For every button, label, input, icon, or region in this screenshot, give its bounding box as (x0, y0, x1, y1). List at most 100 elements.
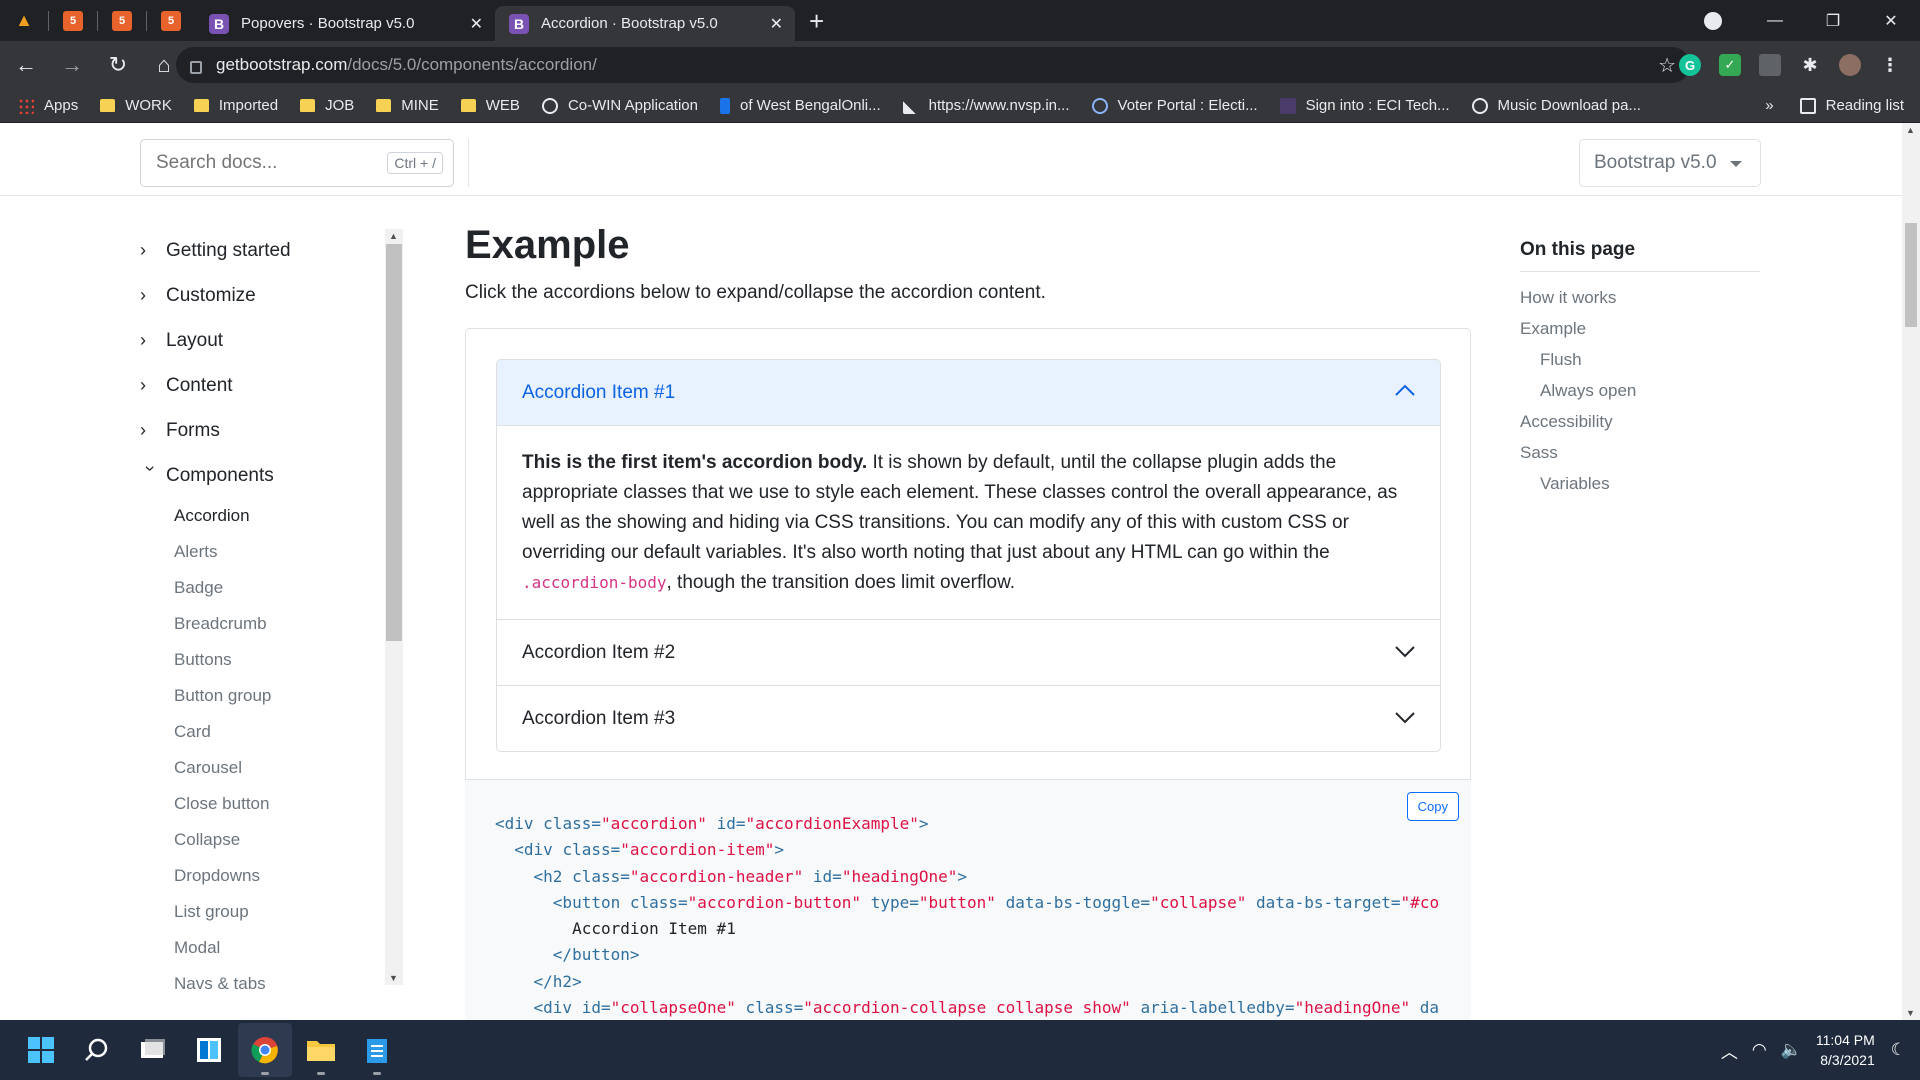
chrome-taskbar-button[interactable] (238, 1023, 292, 1077)
sidebar-item-card[interactable]: Card (174, 714, 390, 750)
speaker-icon[interactable]: 🔈 (1781, 1040, 1802, 1060)
toc-item-sass[interactable]: Sass (1520, 437, 1760, 468)
forward-button[interactable]: → (52, 52, 92, 78)
sidebar-group-customize[interactable]: › Customize (140, 273, 390, 318)
reload-button[interactable]: ↻ (98, 52, 138, 78)
reading-list-button[interactable]: Reading list (1826, 97, 1904, 114)
sidebar-group-components[interactable]: › Components (140, 453, 390, 498)
pinned-tab-2[interactable]: 5 (49, 0, 97, 41)
notepad-button[interactable] (350, 1023, 404, 1077)
bookmark-westbengal[interactable]: of West BengalOnli... (720, 97, 881, 114)
example-preview: Accordion Item #1 This is the first item… (465, 328, 1471, 780)
sidebar-group-layout[interactable]: › Layout (140, 318, 390, 363)
sidebar-item-accordion[interactable]: Accordion (174, 498, 390, 534)
sidebar-item-alerts[interactable]: Alerts (174, 534, 390, 570)
toc-item-flush[interactable]: Flush (1520, 344, 1760, 375)
new-tab-button[interactable]: + (809, 6, 824, 37)
sidebar-item-breadcrumb[interactable]: Breadcrumb (174, 606, 390, 642)
clock-date: 8/3/2021 (1820, 1052, 1875, 1068)
sidebar-group-content[interactable]: › Content (140, 363, 390, 408)
wifi-icon[interactable]: ◠ (1752, 1040, 1767, 1060)
bookmark-music[interactable]: Music Download pa... (1471, 97, 1641, 114)
chevron-down-icon: › (140, 465, 161, 472)
sidebar-group-forms[interactable]: › Forms (140, 408, 390, 453)
task-view-button[interactable] (126, 1023, 180, 1077)
tab-search-icon[interactable] (1704, 11, 1722, 30)
bookmarks-overflow-button[interactable]: » (1765, 97, 1773, 114)
pinned-tab-3[interactable]: 5 (98, 0, 146, 41)
accordion-button-2[interactable]: Accordion Item #2 (497, 619, 1440, 685)
sidebar-item-navs[interactable]: Navs & tabs (174, 966, 390, 1000)
restore-button[interactable]: ❐ (1804, 11, 1862, 31)
puzzle-icon[interactable]: ✱ (1799, 54, 1821, 76)
toc-item-how-it-works[interactable]: How it works (1520, 282, 1760, 313)
bookmark-job[interactable]: JOB (300, 97, 354, 114)
search-input[interactable] (156, 152, 376, 174)
sidebar-item-badge[interactable]: Badge (174, 570, 390, 606)
chevron-up-icon[interactable]: ︿ (1721, 1038, 1738, 1063)
bookmark-nvsp[interactable]: https://www.nvsp.in... (902, 97, 1070, 114)
toc-item-example[interactable]: Example (1520, 313, 1760, 344)
toc-item-accessibility[interactable]: Accessibility (1520, 406, 1760, 437)
pinned-tab-1[interactable]: ▲ (0, 0, 48, 41)
sidebar-group-getting-started[interactable]: › Getting started (140, 228, 390, 273)
minimize-button[interactable]: — (1746, 12, 1804, 30)
pinned-tab-4[interactable]: 5 (147, 0, 195, 41)
toc-item-variables[interactable]: Variables (1520, 468, 1760, 499)
clipboard-extension-icon[interactable] (1759, 54, 1781, 76)
accordion-button-3[interactable]: Accordion Item #3 (497, 685, 1440, 751)
lock-icon[interactable] (190, 60, 202, 74)
bookmark-apps[interactable]: Apps (18, 97, 78, 114)
shield-extension-icon[interactable]: ✓ (1719, 54, 1741, 76)
search-box[interactable]: Ctrl + / (140, 139, 454, 187)
sidebar-item-dropdowns[interactable]: Dropdowns (174, 858, 390, 894)
sidebar-item-carousel[interactable]: Carousel (174, 750, 390, 786)
scroll-down-icon[interactable]: ▼ (389, 973, 398, 983)
html5-icon: 5 (112, 10, 132, 31)
close-icon[interactable]: ✕ (470, 14, 483, 34)
scrollbar-thumb[interactable] (386, 244, 402, 641)
web-page: Ctrl + / Bootstrap v5.0 ›Getting started… (0, 123, 1902, 1020)
page-scrollbar[interactable]: ▲ ▼ (1902, 123, 1920, 1020)
clock-time: 11:04 PM (1815, 1032, 1875, 1048)
bookmark-cowin[interactable]: Co-WIN Application (541, 97, 698, 114)
toc-item-always-open[interactable]: Always open (1520, 375, 1760, 406)
sidebar-item-list-group[interactable]: List group (174, 894, 390, 930)
sidebar-item-collapse[interactable]: Collapse (174, 822, 390, 858)
address-bar[interactable]: getbootstrap.com /docs/5.0/components/ac… (176, 47, 1690, 83)
widgets-button[interactable] (182, 1023, 236, 1077)
bookmark-web[interactable]: WEB (460, 97, 520, 114)
copy-button[interactable]: Copy (1406, 792, 1459, 821)
tab-popovers[interactable]: B Popovers · Bootstrap v5.0 ✕ (195, 6, 495, 41)
notifications-icon[interactable]: ☾ (1891, 1040, 1906, 1060)
scroll-down-icon[interactable]: ▼ (1906, 1008, 1915, 1018)
close-window-button[interactable]: ✕ (1862, 11, 1920, 31)
file-explorer-button[interactable] (294, 1023, 348, 1077)
tab-accordion[interactable]: B Accordion · Bootstrap v5.0 ✕ (495, 6, 795, 41)
accordion-button-1[interactable]: Accordion Item #1 (497, 360, 1440, 426)
version-dropdown[interactable]: Bootstrap v5.0 (1579, 139, 1761, 187)
search-button[interactable] (70, 1023, 124, 1077)
bookmark-eci[interactable]: Sign into : ECI Tech... (1279, 97, 1450, 114)
grammarly-icon[interactable]: G (1679, 54, 1701, 76)
sidebar-item-buttons[interactable]: Buttons (174, 642, 390, 678)
avatar[interactable] (1839, 54, 1861, 76)
scrollbar-thumb[interactable] (1905, 223, 1917, 327)
bookmark-work[interactable]: WORK (100, 97, 172, 114)
kebab-menu-icon[interactable]: ⋮ (1879, 54, 1901, 76)
clock[interactable]: 11:04 PM 8/3/2021 (1816, 1030, 1875, 1070)
bootstrap-icon: B (509, 13, 529, 34)
bookmark-imported[interactable]: Imported (193, 97, 278, 114)
globe-icon (1471, 97, 1488, 114)
close-icon[interactable]: ✕ (770, 14, 783, 34)
bookmark-mine[interactable]: MINE (376, 97, 439, 114)
sidebar-item-modal[interactable]: Modal (174, 930, 390, 966)
sidebar-scrollbar[interactable]: ▲ ▼ (385, 229, 403, 985)
start-button[interactable] (14, 1023, 68, 1077)
scroll-up-icon[interactable]: ▲ (389, 231, 398, 241)
back-button[interactable]: ← (6, 52, 46, 78)
sidebar-item-close-button[interactable]: Close button (174, 786, 390, 822)
scroll-up-icon[interactable]: ▲ (1906, 125, 1915, 135)
sidebar-item-button-group[interactable]: Button group (174, 678, 390, 714)
bookmark-voter-portal[interactable]: Voter Portal : Electi... (1091, 97, 1258, 114)
